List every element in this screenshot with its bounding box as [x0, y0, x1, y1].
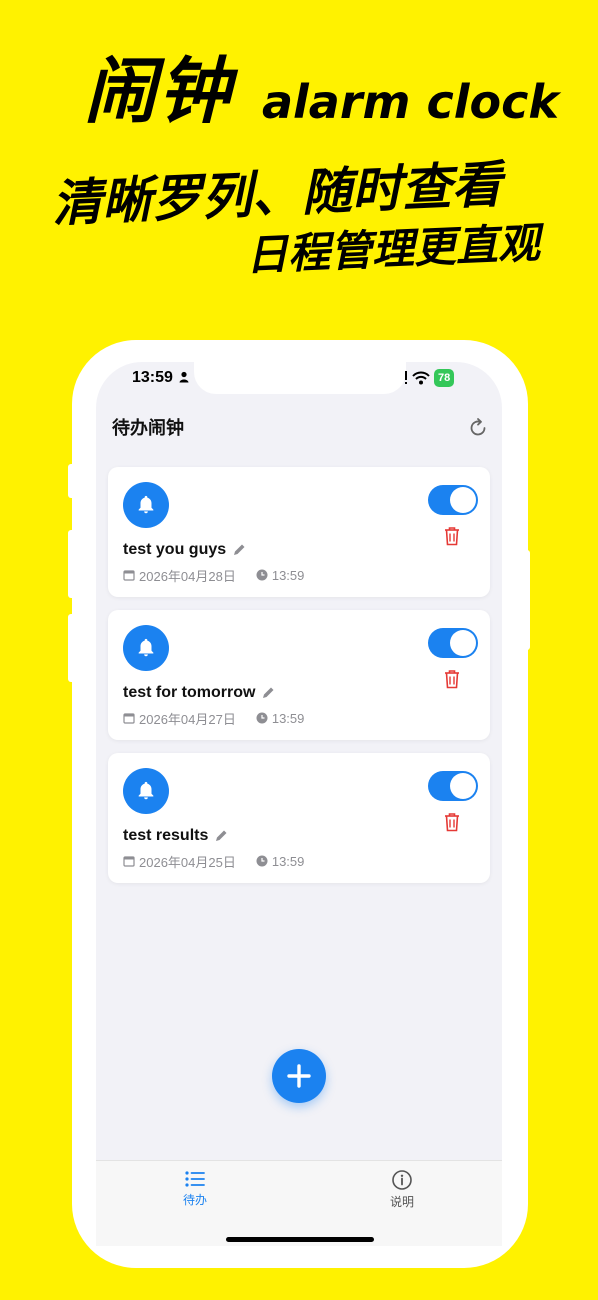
trash-icon[interactable]: [442, 811, 462, 833]
bell-icon: [123, 768, 169, 814]
tab-todo-label: 待办: [182, 1193, 207, 1207]
edit-icon[interactable]: [232, 543, 246, 557]
bell-icon: [123, 482, 169, 528]
status-indicators: 78: [404, 368, 455, 388]
battery-indicator: 78: [434, 369, 455, 387]
alarm-time: 13:59: [271, 710, 305, 726]
alarm-time: 13:59: [271, 567, 305, 583]
alarm-title-text: test for tomorrow: [123, 684, 256, 701]
alarm-meta: 2026年04月28日 13:59: [123, 565, 304, 585]
alarm-card[interactable]: test results 2026年04月25日 13:59: [108, 753, 490, 883]
promo-title-en: alarm clock: [262, 75, 559, 129]
alarm-title: test you guys: [123, 539, 246, 561]
edit-icon[interactable]: [214, 829, 228, 843]
toggle-knob: [450, 630, 476, 656]
clock-icon: [256, 712, 268, 724]
tab-bar: 待办 说明: [96, 1160, 502, 1246]
toggle-knob: [450, 487, 476, 513]
alert-icon: [405, 371, 407, 384]
alarm-toggle[interactable]: [428, 628, 478, 658]
page-title: 待办闹钟: [112, 418, 184, 438]
alarm-date: 2026年04月28日: [139, 568, 236, 584]
home-indicator: [226, 1237, 374, 1242]
alarm-toggle[interactable]: [428, 771, 478, 801]
alarm-meta: 2026年04月25日 13:59: [123, 851, 304, 871]
alarm-title: test results: [123, 825, 228, 847]
clock-icon: [256, 569, 268, 581]
alarm-card[interactable]: test for tomorrow 2026年04月27日 13:59: [108, 610, 490, 740]
alarm-card[interactable]: test you guys 2026年04月28日 13:59: [108, 467, 490, 597]
alarm-title: test for tomorrow: [123, 682, 275, 704]
list-icon: [185, 1171, 205, 1187]
calendar-icon: [123, 713, 135, 724]
refresh-icon[interactable]: [466, 416, 490, 440]
info-icon: [392, 1170, 412, 1190]
battery-level: 78: [438, 372, 451, 384]
plus-icon: [287, 1064, 311, 1088]
trash-icon[interactable]: [442, 668, 462, 690]
tab-info[interactable]: 说明: [362, 1169, 442, 1213]
clock-icon: [256, 855, 268, 867]
alarm-title-text: test results: [123, 827, 209, 844]
alarm-date: 2026年04月25日: [139, 854, 236, 870]
status-time-text: 13:59: [132, 369, 173, 386]
person-icon: [179, 371, 189, 383]
alarm-date: 2026年04月27日: [139, 711, 236, 727]
add-alarm-button[interactable]: [272, 1049, 326, 1103]
promo-tagline-2: 日程管理更直观: [244, 218, 541, 280]
status-time: 13:59: [132, 366, 189, 390]
trash-icon[interactable]: [442, 525, 462, 547]
calendar-icon: [123, 856, 135, 867]
bell-icon: [123, 625, 169, 671]
alarm-meta: 2026年04月27日 13:59: [123, 708, 304, 728]
alarm-time: 13:59: [271, 853, 305, 869]
alarm-title-text: test you guys: [123, 541, 227, 558]
edit-icon[interactable]: [261, 686, 275, 700]
alarm-toggle[interactable]: [428, 485, 478, 515]
tab-info-label: 说明: [389, 1195, 414, 1209]
tab-todo[interactable]: 待办: [155, 1169, 235, 1213]
dynamic-island: [194, 356, 406, 394]
promo-title-cn: 闹钟: [84, 49, 233, 133]
wifi-icon: [412, 371, 430, 385]
toggle-knob: [450, 773, 476, 799]
calendar-icon: [123, 570, 135, 581]
